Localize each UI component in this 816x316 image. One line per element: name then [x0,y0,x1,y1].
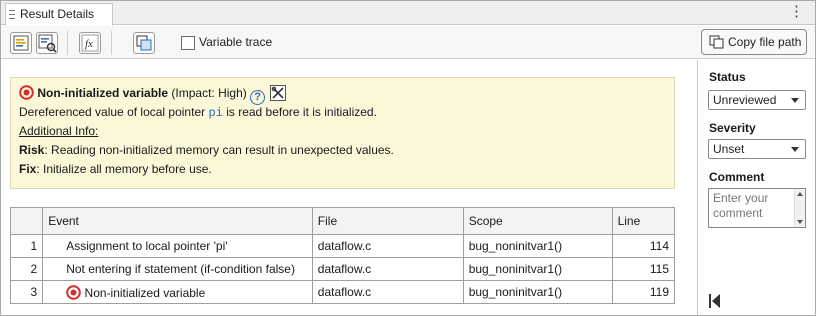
comment-label: Comment [709,170,765,184]
additional-info-heading: Additional Info: [19,122,666,141]
collapse-panel-icon[interactable] [708,293,722,309]
copy-result-button[interactable] [133,32,155,54]
line-cell: 114 [611,234,676,258]
toolbar-separator [111,31,112,55]
additional-info-label: Additional Info: [19,124,99,138]
defect-impact: (Impact: High) [171,86,247,100]
scope-cell: bug_noninitvar1() [462,234,613,258]
more-options-icon[interactable]: ⋮ [789,4,804,22]
column-header-line[interactable]: Line [611,207,676,235]
result-main-pane: Non-initialized variable (Impact: High) … [1,60,697,315]
row-index: 3 [9,280,44,304]
risk-label: Risk [19,143,45,157]
column-header-scope[interactable]: Scope [462,207,613,235]
event-text: Non-initialized variable [84,285,206,300]
pointer-name: pi [208,106,223,120]
result-details-window: Result Details ⋮ fx Variable trace Copy … [0,0,816,316]
copy-file-path-label: Copy file path [728,35,802,49]
defect-name: Non-initialized variable [37,86,169,100]
column-header-event[interactable]: Event [42,207,313,235]
copy-file-path-button[interactable]: Copy file path [701,29,807,55]
row-index: 2 [9,257,44,281]
chevron-down-icon [791,98,799,103]
toolbar-separator [67,31,68,55]
function-button[interactable]: fx [79,32,101,54]
column-header-index[interactable] [9,207,44,235]
show-source-button[interactable] [10,32,32,54]
function-icon: fx [81,34,99,52]
message-text: Dereferenced value of local pointer [19,105,209,119]
stop-icon [19,85,34,100]
severity-dropdown[interactable]: Unset [708,139,806,159]
comment-placeholder: Enter your comment [713,191,769,220]
scope-cell: bug_noninitvar1() [462,257,613,281]
file-cell: dataflow.c [311,234,464,258]
table-header-row: Event File Scope Line [9,207,676,235]
fx-glyph: fx [85,38,93,50]
show-trace-button[interactable] [36,32,58,54]
tools-icon[interactable] [270,85,287,101]
risk-text: : Reading non-initialized memory can res… [44,143,394,157]
defect-header: Non-initialized variable (Impact: High) … [19,84,666,105]
risk-line: Risk: Reading non-initialized memory can… [19,141,666,160]
review-side-pane: Status Unreviewed Severity Unset Comment… [697,60,815,315]
tab-title: Result Details [20,7,95,21]
comment-scrollbar[interactable] [794,189,805,227]
toolbar: fx Variable trace Copy file path [1,26,815,59]
tab-strip: Result Details ⋮ [1,1,815,26]
drag-grip-icon[interactable] [9,10,15,19]
severity-label: Severity [709,121,756,135]
file-cell: dataflow.c [311,280,464,304]
scope-cell: bug_noninitvar1() [462,280,613,304]
event-table: Event File Scope Line 1 Assignment to lo… [9,207,676,304]
status-dropdown[interactable]: Unreviewed [708,90,806,110]
severity-value: Unset [713,142,745,156]
table-row[interactable]: 1 Assignment to local pointer 'pi' dataf… [9,234,676,258]
variable-trace-checkbox[interactable] [181,36,195,50]
copy-icon [709,35,724,49]
column-header-file[interactable]: File [311,207,464,235]
fix-label: Fix [19,162,37,176]
table-row[interactable]: 2 Not entering if statement (if-conditio… [9,257,676,281]
event-cell: Non-initialized variable [42,280,313,304]
fix-line: Fix: Initialize all memory before use. [19,160,666,179]
scroll-up-icon[interactable] [797,192,803,196]
line-cell: 115 [611,257,676,281]
comment-field[interactable]: Enter your comment [708,188,806,228]
source-code-icon [13,35,29,51]
table-row[interactable]: 3 Non-initialized variable dataflow.c bu… [9,280,676,304]
message-text-end: is read before it is initialized. [222,105,377,119]
event-cell: Not entering if statement (if-condition … [42,257,313,281]
row-index: 1 [9,234,44,258]
status-value: Unreviewed [713,93,777,107]
file-cell: dataflow.c [311,257,464,281]
scroll-down-icon[interactable] [797,220,803,224]
stop-icon [66,284,81,300]
wrench-icon [272,86,285,99]
event-cell: Assignment to local pointer 'pi' [42,234,313,258]
defect-summary: Non-initialized variable (Impact: High) … [10,77,675,189]
defect-message: Dereferenced value of local pointer pi i… [19,103,666,122]
variable-trace-label: Variable trace [199,35,273,49]
status-label: Status [709,70,746,84]
chevron-down-icon [791,147,799,152]
line-cell: 119 [611,280,676,304]
fix-text: : Initialize all memory before use. [36,162,212,176]
tab-result-details[interactable]: Result Details [5,3,113,26]
trace-icon [38,34,57,53]
copy-icon [136,35,152,51]
